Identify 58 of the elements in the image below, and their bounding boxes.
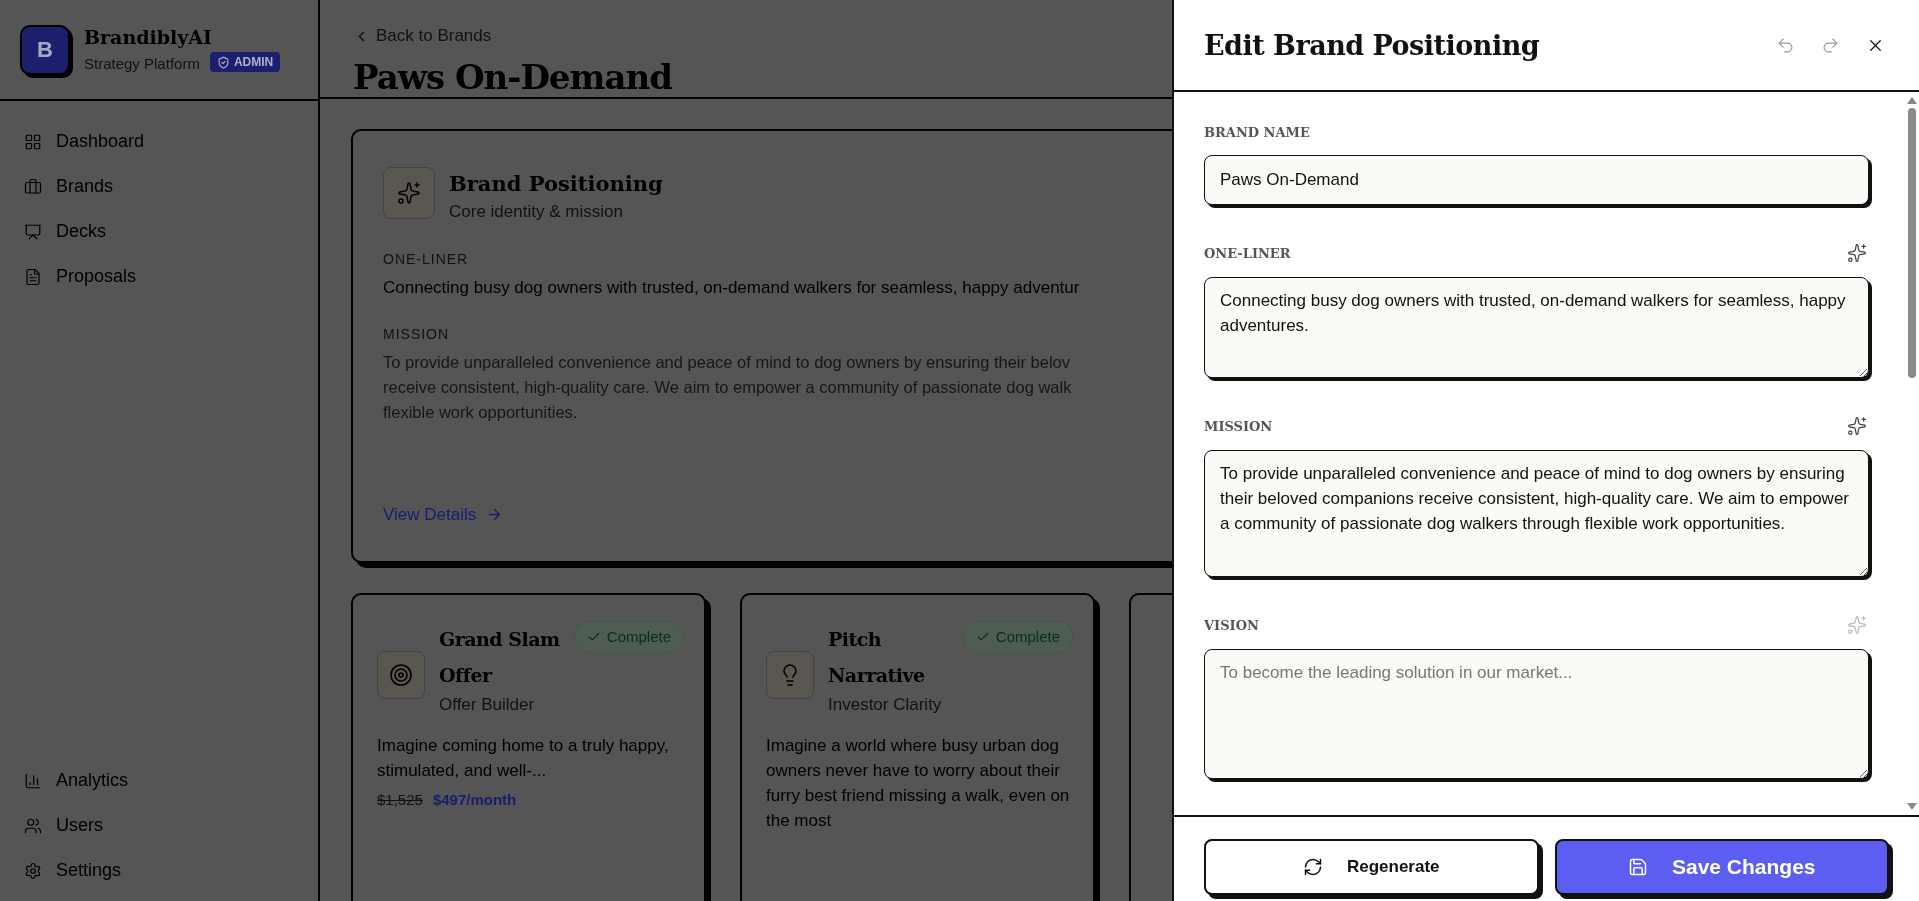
section-label: MISSION	[383, 325, 451, 342]
scrollbar-thumb[interactable]	[1908, 108, 1916, 378]
document-icon	[24, 267, 42, 286]
tagline: Strategy Platform	[84, 54, 200, 72]
nav-item[interactable]: Brands	[24, 166, 114, 207]
text-area[interactable]: To become the leading solution in our market...	[1204, 649, 1869, 779]
nav-item[interactable]: Settings	[24, 850, 122, 891]
settings-icon	[24, 861, 42, 880]
brand-name-field[interactable]: Paws On-Demand	[1204, 155, 1869, 205]
status-badge: Complete	[962, 620, 1073, 653]
field-label: VISION	[1204, 617, 1259, 633]
card-subtitle: Core identity & mission	[449, 201, 624, 224]
status-badge: Complete	[573, 620, 684, 653]
briefcase-icon	[24, 177, 42, 196]
scroll-down-icon[interactable]	[1907, 803, 1917, 811]
section-text: Connecting busy dog owners with trusted, on-demand walkers for seamless, happy adventur	[383, 276, 1080, 299]
section-text: To provide unparalleled convenience and peace of mind to dog owners by ensuring their belov	[383, 351, 1072, 373]
logo: B	[20, 24, 70, 75]
section-label: ONE-LINER	[383, 250, 470, 267]
sparkle-button[interactable]	[1845, 414, 1869, 438]
nav-item[interactable]: Dashboard	[24, 121, 145, 162]
card-description: Imagine coming home to a truly happy, stimulated, and well-...	[377, 735, 670, 783]
card-subtitle: Offer Builder	[439, 693, 536, 716]
refresh-icon	[1302, 857, 1323, 877]
section-text: receive consistent, high-quality care. We aim to empower a community of passionate dog walk	[383, 376, 1072, 398]
field-label: BRAND NAME	[1204, 125, 1310, 140]
card-title: Pitch Narrative	[828, 626, 926, 688]
card-subtitle: Investor Clarity	[828, 693, 943, 716]
text-area[interactable]: To provide unparalleled convenience and peace of mind to dog owners by ensuring their beloved companions receive consistent, high-quality care. We aim to empower a community of passionate dog walkers through flexible work opportunities.	[1204, 450, 1869, 577]
users-icon	[24, 816, 42, 835]
nav-item[interactable]: Proposals	[24, 256, 137, 297]
nav-item[interactable]: Users	[24, 805, 103, 846]
bar-chart-icon	[24, 771, 42, 790]
price: $497/month	[432, 791, 517, 809]
section-text: flexible work opportunities.	[383, 401, 579, 423]
back-link[interactable]: Back to Brands	[353, 26, 492, 46]
field-label: ONE-LINER	[1204, 245, 1291, 261]
sparkle-icon	[397, 180, 421, 205]
nav-item[interactable]: Decks	[24, 211, 106, 252]
view-details-link[interactable]: View Details	[383, 504, 504, 525]
card-title: Brand Positioning	[449, 169, 663, 198]
role-badge: ADMIN	[209, 52, 281, 73]
grid-icon	[24, 132, 42, 151]
shield-icon	[216, 55, 230, 69]
sparkle-button[interactable]	[1845, 241, 1869, 265]
nav-item[interactable]: Analytics	[24, 760, 129, 801]
scroll-up-icon[interactable]	[1907, 96, 1917, 104]
app-name: BrandiblyAI	[84, 26, 213, 49]
target-icon	[389, 662, 413, 687]
presentation-icon	[24, 222, 42, 241]
old-price: $1,525	[377, 791, 423, 809]
page-title: Paws On-Demand	[353, 56, 674, 97]
card-title: Grand Slam Offer	[439, 626, 561, 688]
save-icon	[1627, 857, 1648, 877]
text-area[interactable]: Connecting busy dog owners with trusted, on-demand walkers for seamless, happy adventures.	[1204, 277, 1869, 378]
field-label: MISSION	[1204, 418, 1273, 434]
panel-title: Edit Brand Positioning	[1204, 29, 1541, 61]
card-description: Imagine a world where busy urban dog owners never have to worry about their furry best friend missing a walk, even on the most	[766, 735, 1071, 833]
